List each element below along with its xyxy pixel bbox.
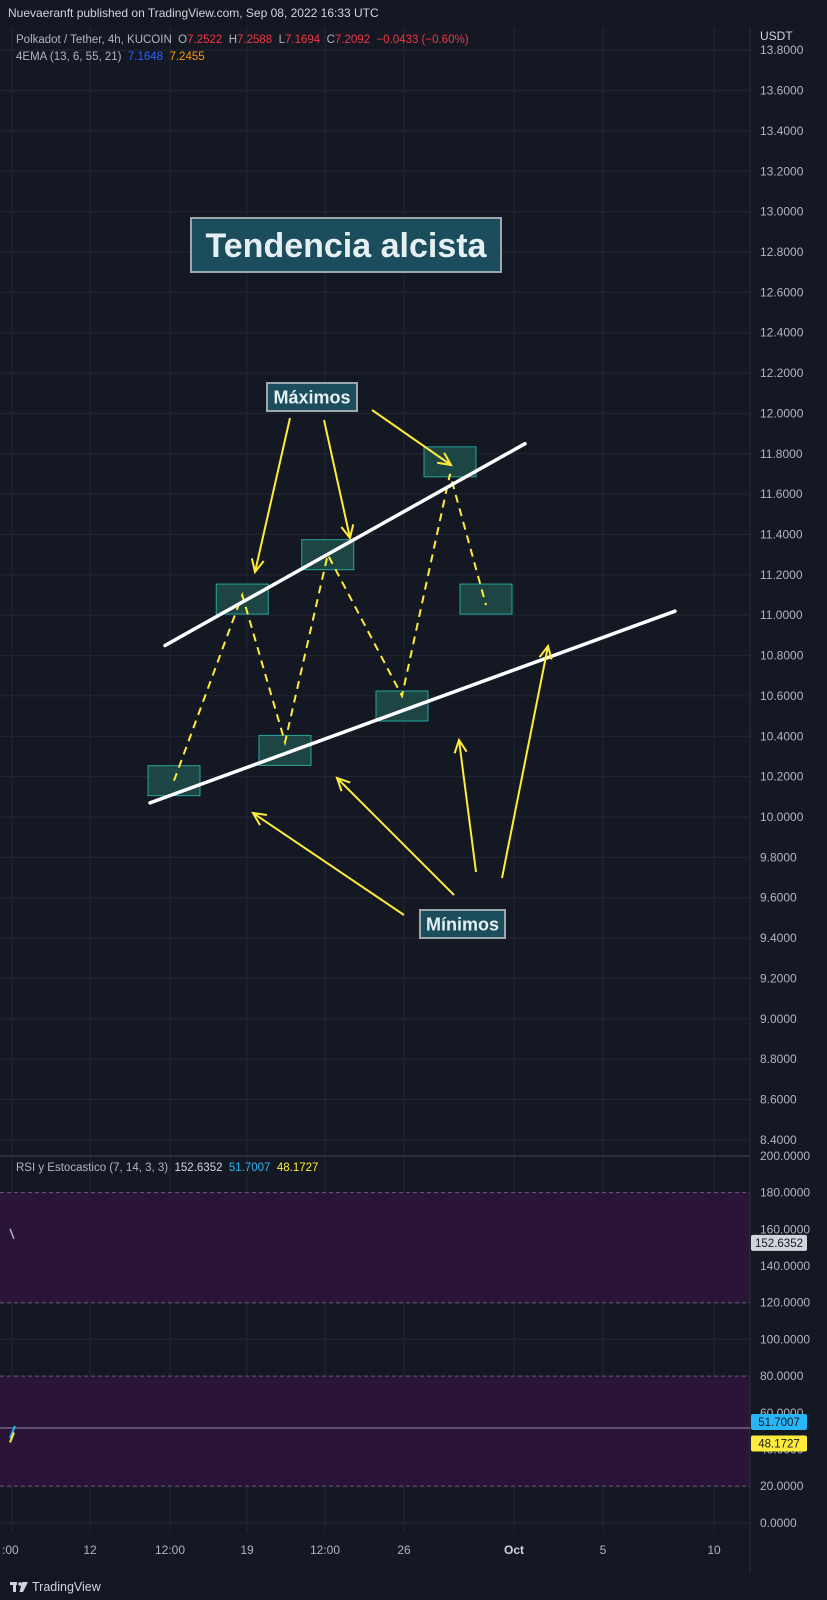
oscillator-value-3: 48.1727 [276,1162,319,1174]
symbol-legend[interactable]: Polkadot / Tether, 4h, KUCOIN O7.2522 H7… [16,32,469,66]
oscillator-value-text: 51.7007 [758,1417,800,1429]
y-tick-label: 11.8000 [760,447,803,461]
ema-label: 4EMA (13, 6, 55, 21) [16,51,122,63]
swing-high-box[interactable] [215,583,269,615]
oscillator-value-1: 152.6352 [174,1162,223,1174]
y-tick-label: 8.4000 [760,1133,797,1147]
currency-label: USDT [760,29,793,43]
oscillator-label: RSI y Estocastico (7, 14, 3, 3) [16,1162,169,1174]
y-tick-label: 11.2000 [760,568,803,582]
y-tick-label: 12.4000 [760,326,804,340]
x-tick-label: 10 [707,1543,721,1557]
oscillator-tick-label: 120.0000 [760,1296,810,1310]
x-tick-label: 19 [240,1543,254,1557]
open-value: 7.2522 [187,34,223,46]
oscillator-tick-label: 0.0000 [760,1516,797,1530]
x-tick-label: 26 [397,1543,411,1557]
oscillator-tick-label: 100.0000 [760,1332,810,1346]
x-tick-label: 12:00 [155,1543,185,1557]
oscillator-value-text: 48.1727 [758,1438,800,1450]
y-tick-label: 11.0000 [760,608,803,622]
arrow-to-high-3[interactable] [371,409,453,467]
time-axis[interactable]: :00 12 12:00 19 12:00 26 Oct 5 10 [2,1543,721,1557]
x-tick-label: 5 [600,1543,607,1557]
oscillator-band [0,1376,750,1487]
footer-brand: TradingView [32,1580,101,1594]
arrow-to-low-2[interactable] [335,776,455,896]
y-tick-label: 9.4000 [760,931,797,945]
oscillator-tick-label: 20.0000 [760,1479,804,1493]
y-tick-label: 13.0000 [760,205,804,219]
y-tick-label: 10.6000 [760,689,804,703]
arrow-to-high-1[interactable] [250,417,291,575]
low-value: 7.1694 [284,34,321,46]
y-tick-label: 10.4000 [760,729,804,743]
svg-text:Tendencia alcista: Tendencia alcista [206,227,488,265]
oscillator-value-2: 51.7007 [228,1162,271,1174]
swing-high-box[interactable] [459,583,513,615]
y-tick-label: 13.4000 [760,124,804,138]
close-value: 7.2092 [334,34,371,46]
oscillator-tick-label: 200.0000 [760,1149,810,1163]
arrow-to-low-4[interactable] [501,643,553,879]
y-tick-label: 11.4000 [760,528,803,542]
change-value: −0.0433 (−0.60%) [376,34,469,46]
y-tick-label: 12.6000 [760,285,804,299]
trend-title-label[interactable]: Tendencia alcista [190,217,502,273]
y-tick-label: 8.6000 [760,1093,797,1107]
swing-zigzag[interactable] [173,473,487,782]
y-tick-label: 13.2000 [760,164,804,178]
y-tick-label: 12.8000 [760,245,804,259]
oscillator-tick-label: 140.0000 [760,1259,810,1273]
oscillator-legend[interactable]: RSI y Estocastico (7, 14, 3, 3) 152.6352… [16,1162,318,1174]
x-tick-label: Oct [504,1543,524,1557]
y-tick-label: 11.6000 [760,487,803,501]
chart-canvas[interactable]: USDT13.8000 13.6000 13.4000 13.2000 13.0000 1… [0,0,827,1574]
x-tick-label: :00 [2,1543,19,1557]
close-label: C [326,34,335,46]
oscillator-value-text: 152.6352 [755,1238,803,1250]
arrow-to-high-2[interactable] [323,419,355,541]
high-value: 7.2588 [237,34,273,46]
oscillator-tick-label: 80.0000 [760,1369,804,1383]
ohlc-row: Polkadot / Tether, 4h, KUCOIN O7.2522 H7… [16,32,469,49]
y-tick-label: 10.8000 [760,649,804,663]
y-tick-label: 10.2000 [760,770,804,784]
arrow-to-low-3[interactable] [453,737,477,873]
ema-row[interactable]: 4EMA (13, 6, 55, 21) 7.1648 7.2455 [16,49,469,66]
y-tick-label: 9.6000 [760,891,797,905]
open-label: O [178,34,188,46]
support-trendline[interactable] [148,609,677,805]
y-tick-label: 12.0000 [760,406,804,420]
svg-text:Mínimos: Mínimos [426,914,499,934]
drawing-annotations[interactable]: Tendencia alcista Máximos Mínimos [147,217,677,939]
arrow-to-low-1[interactable] [251,811,405,916]
symbol-name: Polkadot / Tether, 4h, KUCOIN [16,34,172,46]
y-tick-label: 9.2000 [760,971,797,985]
y-tick-label: 9.8000 [760,850,797,864]
y-tick-label: 13.6000 [760,84,804,98]
footer-bar: TradingView [0,1574,827,1600]
oscillator-band [0,1192,750,1303]
y-tick-label: 13.8000 [760,43,804,57]
price-axis[interactable]: USDT13.8000 13.6000 13.4000 13.2000 13.0000 1… [760,29,804,1147]
oscillator-axis[interactable]: 200.0000 180.0000 160.0000 140.0000 120.0000… [760,1149,810,1530]
x-tick-label: 12 [83,1543,97,1557]
oscillator-tick-label: 160.0000 [760,1222,810,1236]
high-label: H [228,34,237,46]
y-tick-label: 8.8000 [760,1052,797,1066]
maxima-label[interactable]: Máximos [266,382,358,412]
y-tick-label: 10.0000 [760,810,804,824]
y-tick-label: 9.0000 [760,1012,797,1026]
svg-text:Máximos: Máximos [273,387,350,407]
minima-label[interactable]: Mínimos [419,909,506,939]
oscillator-tick-label: 180.0000 [760,1186,810,1200]
tradingview-logo-icon [10,1582,28,1592]
ema-value-2: 7.2455 [169,51,205,63]
y-tick-label: 12.2000 [760,366,804,380]
x-tick-label: 12:00 [310,1543,340,1557]
ema-value-1: 7.1648 [127,51,164,63]
